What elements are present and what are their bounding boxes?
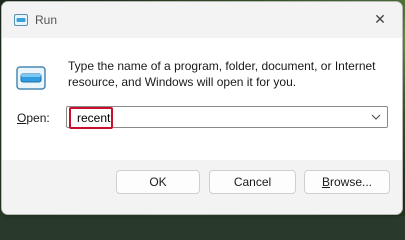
open-label-mnemonic: O — [17, 111, 27, 125]
run-dialog: Run ✕ Type the name of a program, folder… — [1, 1, 403, 215]
chevron-down-icon[interactable] — [367, 107, 385, 127]
open-combobox[interactable] — [66, 106, 388, 129]
browse-button-label: rowse... — [330, 175, 373, 189]
open-label-text: pen: — [26, 111, 50, 125]
window-title: Run — [35, 13, 58, 27]
dialog-body: Type the name of a program, folder, docu… — [2, 38, 402, 160]
title-bar[interactable]: Run ✕ — [2, 2, 402, 38]
close-button[interactable]: ✕ — [358, 2, 402, 36]
browse-button[interactable]: Browse... — [304, 170, 390, 194]
open-label: Open: — [17, 111, 50, 125]
ok-button[interactable]: OK — [116, 170, 200, 194]
run-icon — [14, 14, 28, 26]
cancel-button[interactable]: Cancel — [209, 170, 296, 194]
dialog-description: Type the name of a program, folder, docu… — [68, 59, 376, 89]
run-app-icon — [16, 66, 46, 90]
browse-button-mnemonic: B — [321, 175, 330, 189]
close-icon: ✕ — [374, 10, 386, 27]
open-input[interactable] — [69, 107, 113, 129]
dialog-footer: OK Cancel Browse... — [2, 160, 402, 214]
